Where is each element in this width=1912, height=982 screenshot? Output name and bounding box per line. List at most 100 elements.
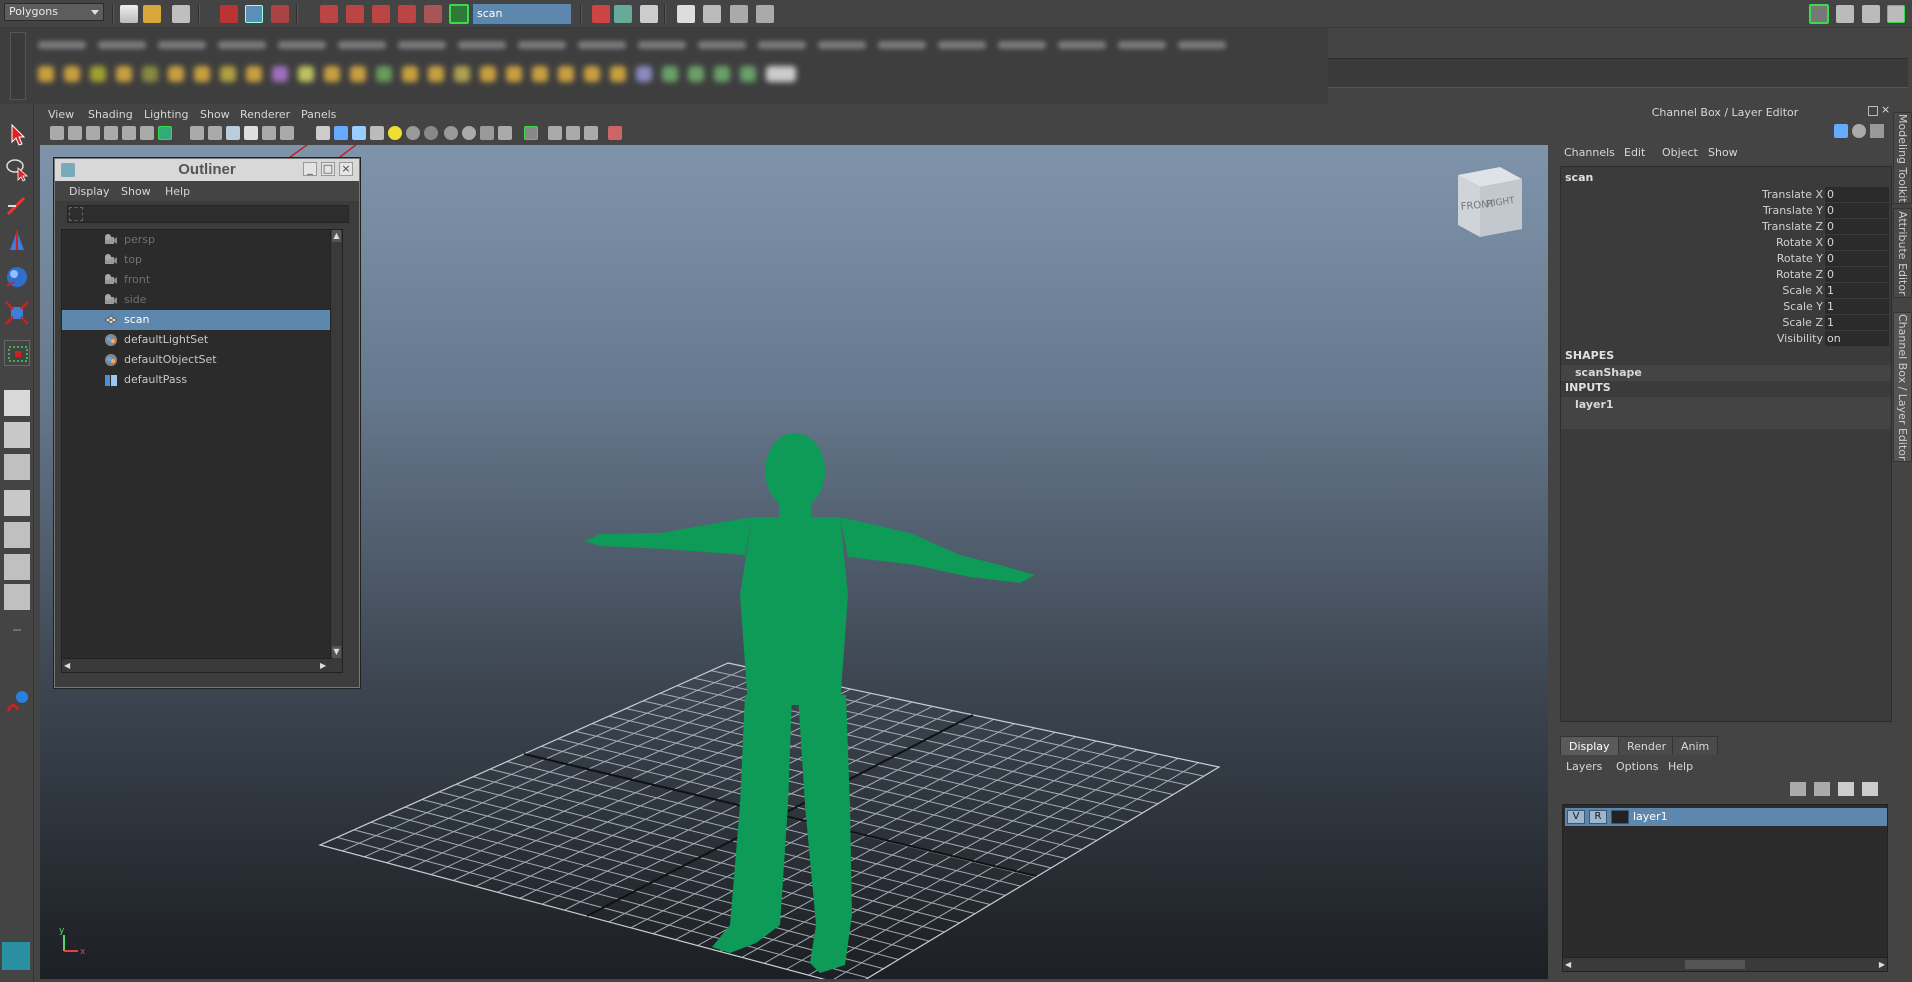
manipulator-icon[interactable]	[1852, 124, 1866, 138]
batch-render-icon[interactable]	[756, 5, 774, 23]
scale-tool-icon[interactable]	[4, 300, 30, 326]
menu-set-dropdown[interactable]: Polygons	[4, 3, 104, 21]
layer-tab-anim[interactable]: Anim	[1672, 736, 1719, 755]
outliner-item-side[interactable]: side	[62, 290, 332, 310]
layer-tab-display[interactable]: Display	[1560, 736, 1619, 755]
attr-value-field[interactable]: 0	[1825, 235, 1889, 250]
scroll-left-icon[interactable]: ◀	[64, 660, 74, 672]
screen-space-ao-icon[interactable]	[548, 126, 562, 140]
gate-mask-icon[interactable]	[226, 126, 240, 140]
attr-row-rotate-y[interactable]: Rotate Y0	[1561, 251, 1891, 267]
bookmarks-icon[interactable]	[86, 126, 100, 140]
outliner-item-front[interactable]: front	[62, 270, 332, 290]
outliner-menu-help[interactable]: Help	[165, 185, 190, 198]
attr-value-field[interactable]: 0	[1825, 187, 1889, 202]
scroll-right-icon[interactable]: ▶	[1879, 959, 1885, 971]
outliner-item-defaultlightset[interactable]: defaultLightSet	[62, 330, 332, 350]
layer-visibility-toggle[interactable]: V	[1567, 810, 1585, 824]
channel-box-toggle-icon[interactable]	[1887, 5, 1905, 23]
move-layer-up-icon[interactable]	[1790, 782, 1806, 796]
filter-icon[interactable]	[69, 207, 83, 221]
float-panel-icon[interactable]	[1868, 106, 1878, 116]
new-scene-icon[interactable]	[120, 5, 138, 23]
layer-tab-render[interactable]: Render	[1618, 736, 1676, 755]
attr-row-translate-z[interactable]: Translate Z0	[1561, 219, 1891, 235]
outliner-graph-layout-icon[interactable]	[4, 554, 30, 580]
layer-render-toggle[interactable]: R	[1589, 810, 1607, 824]
snap-point-icon[interactable]	[372, 5, 390, 23]
outliner-persp-layout-icon[interactable]	[4, 454, 30, 480]
attr-value-field[interactable]: 0	[1825, 219, 1889, 234]
outliner-vertical-scrollbar[interactable]: ▲ ▼	[330, 230, 342, 672]
channel-box-menu-edit[interactable]: Edit	[1624, 146, 1645, 159]
attr-row-visibility[interactable]: Visibility on	[1561, 331, 1891, 347]
move-layer-down-icon[interactable]	[1814, 782, 1830, 796]
outliner-item-persp[interactable]: persp	[62, 230, 332, 250]
shape-node-row[interactable]: scanShape	[1561, 365, 1891, 381]
textured-icon[interactable]	[370, 126, 384, 140]
create-empty-layer-icon[interactable]	[1838, 782, 1854, 796]
shadows-icon[interactable]	[406, 126, 420, 140]
scroll-down-icon[interactable]: ▼	[332, 646, 341, 658]
attr-row-rotate-z[interactable]: Rotate Z0	[1561, 267, 1891, 283]
layer-menu-options[interactable]: Options	[1616, 760, 1658, 773]
select-object-icon[interactable]	[245, 5, 263, 23]
wireframe-icon[interactable]	[316, 126, 330, 140]
outliner-menu-show[interactable]: Show	[121, 185, 151, 198]
smooth-shade-icon[interactable]	[334, 126, 348, 140]
symmetry-icon[interactable]	[449, 4, 469, 24]
shelf-menu-handle[interactable]	[10, 32, 26, 100]
safe-title-icon[interactable]	[280, 126, 294, 140]
field-chart-icon[interactable]	[244, 126, 258, 140]
view-cube[interactable]: FRONT RIGHT	[1458, 167, 1522, 237]
maximize-icon[interactable]: □	[321, 162, 335, 176]
maya-status-icon[interactable]	[4, 689, 30, 715]
attr-row-scale-y[interactable]: Scale Y1	[1561, 299, 1891, 315]
image-plane-icon[interactable]	[104, 126, 118, 140]
use-all-lights-icon[interactable]	[388, 126, 402, 140]
render-current-frame-icon[interactable]	[592, 5, 610, 23]
outliner-horizontal-scrollbar[interactable]: ◀ ▶	[62, 658, 332, 672]
persp-graph-outliner-layout-icon[interactable]	[4, 584, 30, 610]
film-gate-icon[interactable]	[190, 126, 204, 140]
snap-view-plane-icon[interactable]	[398, 5, 416, 23]
outliner-item-defaultpass[interactable]: defaultPass	[62, 370, 332, 390]
attr-row-scale-z[interactable]: Scale Z1	[1561, 315, 1891, 331]
gamma-correction-icon[interactable]	[608, 126, 622, 140]
attr-value-field[interactable]: 0	[1825, 251, 1889, 266]
quick-select-field[interactable]: scan	[472, 3, 572, 25]
two-sided-lighting-icon[interactable]	[524, 126, 538, 140]
select-tool-icon[interactable]	[4, 122, 30, 148]
save-scene-icon[interactable]	[172, 5, 190, 23]
attr-value-field[interactable]: 1	[1825, 283, 1889, 298]
safe-action-icon[interactable]	[262, 126, 276, 140]
viewport-menu-lighting[interactable]: Lighting	[144, 108, 188, 121]
xray-icon[interactable]	[462, 126, 476, 140]
outliner-search-input[interactable]	[67, 205, 349, 223]
anti-aliasing-icon[interactable]	[584, 126, 598, 140]
xray-joints-icon[interactable]	[480, 126, 494, 140]
scroll-left-icon[interactable]: ◀	[1565, 959, 1571, 971]
attr-value-field[interactable]: on	[1825, 331, 1889, 346]
wireframe-on-shaded-icon[interactable]	[352, 126, 366, 140]
viewport-menu-show[interactable]: Show	[200, 108, 230, 121]
attr-value-field[interactable]: 0	[1825, 203, 1889, 218]
persp-graph-layout-icon[interactable]	[4, 490, 30, 516]
scroll-right-icon[interactable]: ▶	[320, 660, 330, 672]
last-tool-icon[interactable]	[4, 340, 30, 366]
isolate-select-icon[interactable]	[444, 126, 458, 140]
viewport-menu-view[interactable]: View	[48, 108, 74, 121]
side-tab-channel-box[interactable]: Channel Box / Layer Editor	[1893, 312, 1912, 462]
2d-pan-zoom-icon[interactable]	[122, 126, 136, 140]
four-view-layout-icon[interactable]	[4, 422, 30, 448]
tool-settings-toggle-icon[interactable]	[1862, 5, 1880, 23]
ambient-occlusion-icon[interactable]	[424, 126, 438, 140]
attr-value-field[interactable]: 1	[1825, 315, 1889, 330]
move-tool-icon[interactable]	[4, 228, 30, 254]
snap-grid-icon[interactable]	[320, 5, 338, 23]
layer-horizontal-scrollbar[interactable]: ◀ ▶	[1563, 957, 1887, 971]
scroll-up-icon[interactable]: ▲	[332, 230, 341, 242]
attr-row-scale-x[interactable]: Scale X1	[1561, 283, 1891, 299]
xray-components-icon[interactable]	[498, 126, 512, 140]
layer-color-swatch[interactable]	[1611, 810, 1629, 824]
